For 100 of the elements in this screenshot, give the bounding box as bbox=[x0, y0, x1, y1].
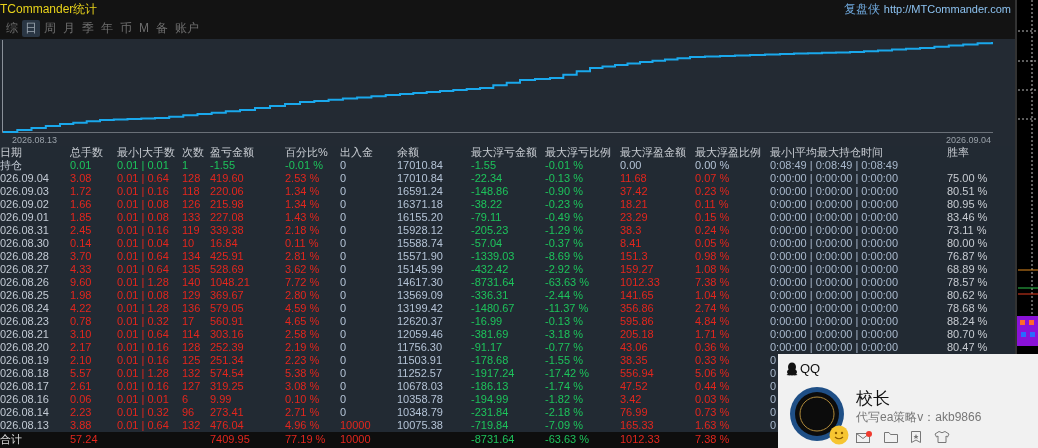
table-cell: 80.00 % bbox=[947, 237, 988, 250]
column-header: 出入金 bbox=[340, 146, 373, 159]
table-cell: 1048.21 bbox=[210, 276, 250, 289]
table-cell: 0.01 | 0.64 bbox=[117, 172, 169, 185]
table-cell: 579.05 bbox=[210, 302, 244, 315]
table-cell: -2.44 % bbox=[545, 289, 583, 302]
user-signature: 代写ea策略v：akb9866 bbox=[856, 409, 982, 425]
table-cell: 0 bbox=[340, 263, 347, 276]
table-cell: 0:00:00 | 0:00:00 | 0:00:00 bbox=[770, 237, 899, 250]
table-cell: 159.27 bbox=[620, 263, 654, 276]
table-cell: 1.85 bbox=[70, 211, 92, 224]
table-cell: 0.01 | 0.01 bbox=[117, 159, 169, 172]
table-cell: -91.17 bbox=[471, 341, 503, 354]
table-cell: 595.86 bbox=[620, 315, 654, 328]
table-cell: 2.74 % bbox=[695, 302, 730, 315]
table-cell: 215.98 bbox=[210, 198, 244, 211]
table-cell: -205.23 bbox=[471, 224, 509, 237]
table-cell: 114 bbox=[182, 328, 200, 341]
table-cell: 1.71 % bbox=[695, 328, 730, 341]
table-cell: -11.37 % bbox=[545, 302, 589, 315]
table-cell: -0.37 % bbox=[545, 237, 583, 250]
period-tab[interactable]: 币 bbox=[117, 20, 135, 37]
period-tab[interactable]: M bbox=[136, 20, 152, 37]
table-cell: 1.98 bbox=[70, 289, 92, 302]
period-tab[interactable]: 年 bbox=[98, 20, 116, 37]
table-cell: 119 bbox=[182, 224, 200, 237]
table-cell: -7.09 % bbox=[545, 419, 583, 432]
column-header: 盈亏金额 bbox=[210, 146, 254, 159]
table-cell: 026.09.03 bbox=[0, 185, 49, 198]
table-cell-text: -63.63 % bbox=[545, 432, 590, 447]
mail-icon[interactable] bbox=[856, 431, 872, 443]
table-cell: 141.65 bbox=[620, 289, 654, 302]
table-cell: 0 bbox=[340, 354, 347, 367]
table-cell: -2.18 % bbox=[545, 406, 583, 419]
table-cell: 125 bbox=[182, 354, 201, 367]
period-tab[interactable]: 日 bbox=[22, 20, 40, 37]
table-cell: 37.42 bbox=[620, 185, 648, 198]
table-cell: 026.08.19 bbox=[0, 354, 49, 367]
table-cell-text: -8731.64 bbox=[471, 432, 515, 447]
table-cell: 38.3 bbox=[620, 224, 642, 237]
table-cell: -148.86 bbox=[471, 185, 509, 198]
table-cell: 026.08.24 bbox=[0, 302, 49, 315]
table-cell: -194.99 bbox=[471, 393, 509, 406]
table-cell: 128 bbox=[182, 172, 201, 185]
table-cell: 16.84 bbox=[210, 237, 238, 250]
table-cell: -1.55 bbox=[210, 159, 236, 172]
period-tab[interactable]: 备 bbox=[153, 20, 171, 37]
table-cell: 4.59 % bbox=[285, 302, 320, 315]
table-cell: 2.23 bbox=[70, 406, 92, 419]
table-cell: 9.99 bbox=[210, 393, 232, 406]
table-cell: 0 bbox=[340, 211, 347, 224]
table-cell: 132 bbox=[182, 419, 201, 432]
table-cell: 6 bbox=[182, 393, 189, 406]
table-cell: 0 bbox=[340, 198, 347, 211]
table-cell: 76.87 % bbox=[947, 250, 988, 263]
table-cell: 23.29 bbox=[620, 211, 648, 224]
site-link[interactable]: http://MTCommander.com bbox=[883, 3, 1011, 15]
table-cell: 0 bbox=[340, 328, 347, 341]
table-cell: 3.70 bbox=[70, 250, 92, 263]
table-cell: 88.24 % bbox=[947, 315, 988, 328]
table-cell: 0 bbox=[340, 393, 347, 406]
penguin-icon bbox=[786, 362, 798, 376]
table-cell: 76.99 bbox=[620, 406, 648, 419]
table-cell: 0.15 % bbox=[695, 211, 730, 224]
table-cell: 2.81 % bbox=[285, 250, 320, 263]
table-cell: 0.00 bbox=[620, 159, 642, 172]
table-cell: 0.11 % bbox=[695, 198, 729, 211]
table-cell: 0.01 bbox=[70, 159, 92, 172]
table-cell: -0.23 % bbox=[545, 198, 583, 211]
table-cell: 78.57 % bbox=[947, 276, 988, 289]
table-cell: 80.51 % bbox=[947, 185, 988, 198]
table-cell: 0 bbox=[340, 237, 347, 250]
period-tab[interactable]: 综 bbox=[3, 20, 21, 37]
table-cell: 0:08:49 | 0:08:49 | 0:08:49 bbox=[770, 159, 899, 172]
table-cell: 118 bbox=[182, 185, 200, 198]
table-cell: 026.08.30 bbox=[0, 237, 49, 250]
table-cell: 0 bbox=[340, 367, 347, 380]
table-cell: 026.08.21 bbox=[0, 328, 49, 341]
table-cell: 8.41 bbox=[620, 237, 642, 250]
table-cell: 0.33 % bbox=[695, 354, 730, 367]
table-cell: 0.01 | 0.16 bbox=[117, 341, 169, 354]
table-cell: 0.24 % bbox=[695, 224, 730, 237]
period-tab[interactable]: 周 bbox=[41, 20, 59, 37]
column-header: 胜率 bbox=[947, 146, 969, 159]
shirt-icon[interactable] bbox=[934, 431, 950, 443]
folder-icon[interactable] bbox=[884, 431, 898, 443]
bookmark-star-icon[interactable] bbox=[910, 431, 922, 443]
table-cell: 2.80 % bbox=[285, 289, 320, 302]
table-cell: 319.25 bbox=[210, 380, 244, 393]
table-cell: 0.10 % bbox=[285, 393, 320, 406]
period-tab[interactable]: 季 bbox=[79, 20, 97, 37]
period-tab[interactable]: 月 bbox=[60, 20, 78, 37]
column-header: 次数 bbox=[182, 146, 204, 159]
table-cell: -1.74 % bbox=[545, 380, 583, 393]
table-cell: 0.00 % bbox=[695, 159, 730, 172]
table-cell: -1.55 bbox=[471, 159, 497, 172]
table-cell: 0.78 bbox=[70, 315, 92, 328]
period-tab[interactable]: 账户 bbox=[172, 20, 202, 37]
table-cell: 026.09.04 bbox=[0, 172, 49, 185]
table-cell-text: 77.19 % bbox=[285, 432, 326, 447]
